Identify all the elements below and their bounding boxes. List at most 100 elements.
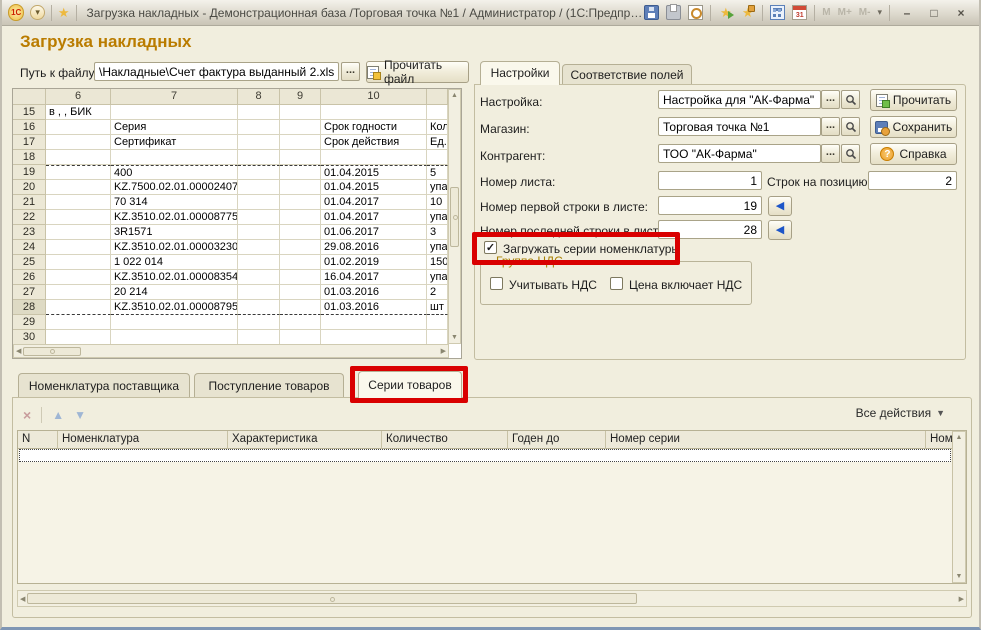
- scroll-thumb[interactable]: [27, 593, 637, 604]
- spreadsheet-cell[interactable]: Сертификат: [111, 135, 238, 150]
- spreadsheet-cell[interactable]: 01.04.2017: [321, 195, 427, 210]
- tab-postuplenie-tovarov[interactable]: Поступление товаров: [194, 373, 344, 398]
- spreadsheet-cell[interactable]: [46, 330, 111, 345]
- all-actions-button[interactable]: Все действия ▼: [856, 406, 945, 420]
- nastroyka-input[interactable]: Настройка для "АК-Фарма": [658, 90, 821, 109]
- spreadsheet-cell[interactable]: [46, 300, 111, 315]
- spreadsheet-cell[interactable]: 01.04.2015: [321, 165, 427, 180]
- spreadsheet-cell[interactable]: упак: [427, 270, 448, 285]
- read-file-button[interactable]: Прочитать файл: [366, 61, 469, 83]
- spreadsheet-cell[interactable]: [238, 240, 280, 255]
- spreadsheet-cell[interactable]: 16.04.2017: [321, 270, 427, 285]
- first-row-input[interactable]: 19: [658, 196, 762, 215]
- minimize-button[interactable]: –: [897, 4, 917, 22]
- row-number-cell[interactable]: 26: [13, 270, 46, 285]
- spreadsheet-col-header[interactable]: 10: [321, 89, 427, 105]
- scroll-up-icon[interactable]: ▲: [956, 434, 963, 441]
- cena-vkluchaet-nds-label[interactable]: Цена включает НДС: [629, 278, 742, 292]
- row-number-cell[interactable]: 27: [13, 285, 46, 300]
- move-up-icon[interactable]: ▲: [52, 408, 64, 422]
- spreadsheet-col-header[interactable]: [427, 89, 448, 105]
- kontragent-lookup-button[interactable]: [841, 144, 860, 163]
- spreadsheet-cell[interactable]: [238, 105, 280, 120]
- magazin-input[interactable]: Торговая точка №1: [658, 117, 821, 136]
- series-col-header[interactable]: Годен до: [508, 431, 606, 449]
- spreadsheet-cell[interactable]: Срок годности: [321, 120, 427, 135]
- last-row-input[interactable]: 28: [658, 220, 762, 239]
- spreadsheet-cell[interactable]: [46, 270, 111, 285]
- row-number-cell[interactable]: 29: [13, 315, 46, 330]
- spreadsheet-cell[interactable]: Серия: [111, 120, 238, 135]
- spreadsheet-cell[interactable]: [238, 120, 280, 135]
- help-button[interactable]: ? Справка: [870, 143, 957, 165]
- spreadsheet-cell[interactable]: KZ.7500.02.01.00002407: [111, 180, 238, 195]
- spreadsheet-cell[interactable]: KZ.3510.02.01.00008775: [111, 210, 238, 225]
- spreadsheet-cell[interactable]: 400: [111, 165, 238, 180]
- memory-m-button[interactable]: M: [822, 7, 830, 18]
- spreadsheet-cell[interactable]: [111, 330, 238, 345]
- spreadsheet-cell[interactable]: 01.03.2016: [321, 300, 427, 315]
- series-vscrollbar[interactable]: ▲ ▼: [952, 431, 966, 583]
- row-number-cell[interactable]: 17: [13, 135, 46, 150]
- spreadsheet-cell[interactable]: Срок действия: [321, 135, 427, 150]
- spreadsheet-cell[interactable]: [280, 285, 321, 300]
- magazin-lookup-button[interactable]: [841, 117, 860, 136]
- spreadsheet-cell[interactable]: [321, 315, 427, 330]
- spreadsheet-cell[interactable]: [280, 150, 321, 165]
- maximize-button[interactable]: □: [924, 4, 944, 22]
- spreadsheet-cell[interactable]: [427, 315, 448, 330]
- spreadsheet-cell[interactable]: [46, 240, 111, 255]
- row-number-cell[interactable]: 19: [13, 165, 46, 180]
- spreadsheet-cell[interactable]: [111, 105, 238, 120]
- system-menu-icon[interactable]: ▾: [30, 5, 45, 20]
- spreadsheet-cell[interactable]: [111, 315, 238, 330]
- spreadsheet-cell[interactable]: [238, 330, 280, 345]
- spreadsheet-cell[interactable]: [280, 300, 321, 315]
- spreadsheet-cell[interactable]: 3: [427, 225, 448, 240]
- scroll-right-icon[interactable]: ▶: [959, 595, 964, 603]
- spreadsheet-cell[interactable]: [427, 105, 448, 120]
- spreadsheet-cell[interactable]: 1 022 014: [111, 255, 238, 270]
- row-number-cell[interactable]: 25: [13, 255, 46, 270]
- spreadsheet-cell[interactable]: [280, 180, 321, 195]
- spreadsheet-cell[interactable]: [238, 165, 280, 180]
- spreadsheet-cell[interactable]: [238, 135, 280, 150]
- spreadsheet-cell[interactable]: [46, 165, 111, 180]
- spreadsheet-cell[interactable]: [280, 225, 321, 240]
- spreadsheet-cell[interactable]: 70 314: [111, 195, 238, 210]
- spreadsheet-cell[interactable]: [46, 195, 111, 210]
- scroll-thumb[interactable]: [450, 187, 459, 247]
- spreadsheet-cell[interactable]: [321, 330, 427, 345]
- spreadsheet-cell[interactable]: [280, 270, 321, 285]
- scroll-thumb[interactable]: [23, 347, 81, 356]
- series-col-header[interactable]: N: [18, 431, 58, 449]
- scroll-right-icon[interactable]: ▶: [441, 347, 446, 355]
- spreadsheet-cell[interactable]: [238, 315, 280, 330]
- spreadsheet-hscrollbar[interactable]: ◀ ▶: [13, 344, 449, 358]
- file-path-input[interactable]: \Накладные\Счет фактура выданный 2.xls: [94, 62, 339, 81]
- spreadsheet-cell[interactable]: 2: [427, 285, 448, 300]
- favorites-list-icon[interactable]: ★: [740, 5, 755, 20]
- scroll-left-icon[interactable]: ◀: [20, 595, 25, 603]
- series-col-header[interactable]: Номер серии: [606, 431, 926, 449]
- spreadsheet-col-header[interactable]: 8: [238, 89, 280, 105]
- browse-file-button[interactable]: ...: [341, 62, 360, 81]
- spreadsheet-cell[interactable]: 01.03.2016: [321, 285, 427, 300]
- spreadsheet-cell[interactable]: [238, 195, 280, 210]
- spreadsheet-col-header[interactable]: 9: [280, 89, 321, 105]
- save-icon[interactable]: [644, 5, 659, 20]
- series-empty-row[interactable]: [19, 449, 951, 462]
- print-icon[interactable]: [666, 5, 681, 20]
- row-number-cell[interactable]: 20: [13, 180, 46, 195]
- calculator-icon[interactable]: [770, 5, 785, 20]
- spreadsheet-cell[interactable]: [280, 165, 321, 180]
- row-number-cell[interactable]: 18: [13, 150, 46, 165]
- spreadsheet-cell[interactable]: [280, 105, 321, 120]
- spreadsheet-cell[interactable]: [46, 315, 111, 330]
- cena-vkluchaet-nds-checkbox[interactable]: [610, 277, 623, 290]
- series-hscrollbar[interactable]: ◀ ▶: [17, 590, 967, 607]
- spreadsheet-cell[interactable]: [280, 315, 321, 330]
- spreadsheet-cell[interactable]: [111, 150, 238, 165]
- spreadsheet-cell[interactable]: упак: [427, 240, 448, 255]
- spreadsheet-cell[interactable]: [280, 330, 321, 345]
